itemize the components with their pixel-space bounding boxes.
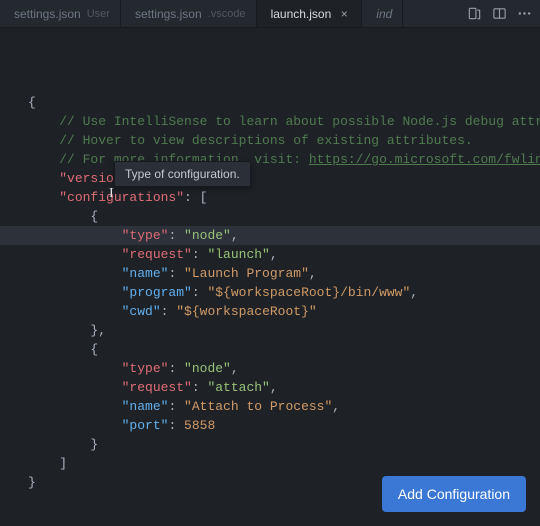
open-changes-icon[interactable]	[467, 6, 482, 21]
tab-ind[interactable]: ind	[362, 0, 403, 27]
close-icon[interactable]: ×	[337, 7, 351, 21]
json-key: "type"	[122, 228, 169, 243]
tab-label: settings.json	[135, 7, 202, 21]
tab-label: settings.json	[14, 7, 81, 21]
json-value: "${workspaceRoot}/bin/www"	[207, 285, 410, 300]
json-value: "node"	[184, 228, 231, 243]
tab-settings-vscode[interactable]: settings.json .vscode	[121, 0, 257, 27]
hover-tooltip: Type of configuration.	[114, 161, 251, 187]
json-value: "Launch Program"	[184, 266, 309, 281]
tab-sublabel: User	[87, 8, 110, 20]
json-value: "Attach to Process"	[184, 399, 332, 414]
tab-launch-json[interactable]: launch.json ×	[257, 0, 363, 27]
split-editor-icon[interactable]	[492, 6, 507, 21]
text-cursor-icon: I	[109, 186, 114, 202]
json-value: "${workspaceRoot}"	[176, 304, 316, 319]
json-key: "program"	[122, 285, 192, 300]
code-editor[interactable]: { // Use IntelliSense to learn about pos…	[0, 28, 540, 511]
json-key: "request"	[122, 380, 192, 395]
comment-link[interactable]: https://go.microsoft.com/fwlink/?li	[309, 152, 540, 167]
tab-label: launch.json	[271, 7, 332, 21]
tab-bar: settings.json User settings.json .vscode…	[0, 0, 540, 28]
json-value: "attach"	[207, 380, 269, 395]
json-key: "type"	[122, 361, 169, 376]
add-configuration-button[interactable]: Add Configuration	[382, 476, 526, 512]
tab-sublabel: .vscode	[208, 8, 246, 20]
json-key: "configurations"	[59, 190, 184, 205]
json-key: "request"	[122, 247, 192, 262]
json-value: "node"	[184, 361, 231, 376]
json-key: "port"	[122, 418, 169, 433]
tab-label: ind	[376, 7, 392, 21]
json-key: "name"	[122, 399, 169, 414]
more-icon[interactable]	[517, 6, 532, 21]
comment-line: // Hover to view descriptions of existin…	[59, 133, 472, 148]
tab-settings-user[interactable]: settings.json User	[0, 0, 121, 27]
json-value: 5858	[184, 418, 215, 433]
json-value: "launch"	[207, 247, 269, 262]
json-key: "name"	[122, 266, 169, 281]
json-key: "cwd"	[122, 304, 161, 319]
comment-line: // Use IntelliSense to learn about possi…	[59, 114, 540, 129]
